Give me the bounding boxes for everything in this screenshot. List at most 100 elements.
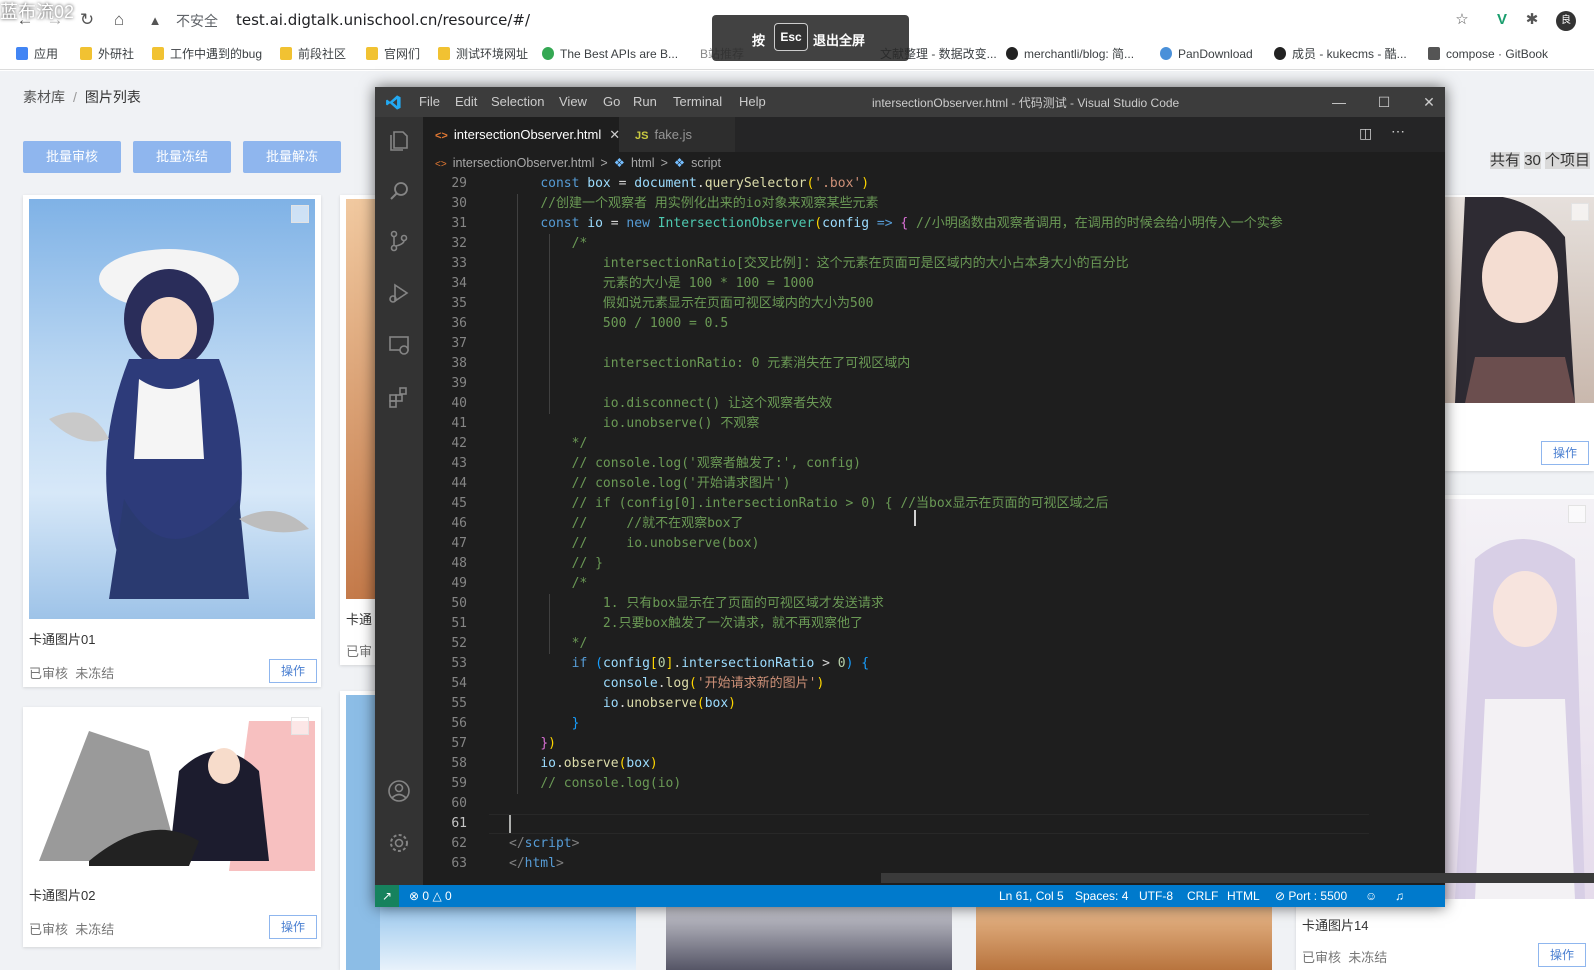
explorer-icon[interactable] bbox=[387, 129, 411, 153]
code-line[interactable]: 43 // console.log('观察者触发了:', config) bbox=[423, 454, 1323, 474]
breadcrumb-script[interactable]: script bbox=[691, 156, 721, 170]
code-line[interactable]: 39 bbox=[423, 374, 1323, 394]
code-line[interactable]: 31 const io = new IntersectionObserver(c… bbox=[423, 214, 1323, 234]
code-line[interactable]: 49 /* bbox=[423, 574, 1323, 594]
end-of-line[interactable]: CRLF bbox=[1187, 885, 1218, 907]
bookmark-item[interactable]: PanDownload bbox=[1160, 45, 1253, 63]
menu-terminal[interactable]: Terminal bbox=[673, 94, 722, 109]
menu-selection[interactable]: Selection bbox=[491, 94, 544, 109]
bookmark-item[interactable]: compose · GitBook bbox=[1428, 45, 1548, 63]
code-line[interactable]: 29 const box = document.querySelector('.… bbox=[423, 174, 1323, 194]
language-mode[interactable]: HTML bbox=[1227, 885, 1260, 907]
card-thumbnail[interactable] bbox=[1445, 197, 1594, 403]
code-line[interactable]: 62 </script> bbox=[423, 834, 1323, 854]
insecure-label[interactable]: 不安全 bbox=[176, 11, 218, 31]
code-line[interactable]: 54 console.log('开始请求新的图片') bbox=[423, 674, 1323, 694]
code-line[interactable]: 38 intersectionRatio: 0 元素消失在了可视区域内 bbox=[423, 354, 1323, 374]
code-editor[interactable]: 29 const box = document.querySelector('.… bbox=[423, 174, 1445, 885]
code-line[interactable]: 63 </html> bbox=[423, 854, 1323, 874]
bookmark-item[interactable]: 官网们 bbox=[366, 45, 420, 63]
code-line[interactable]: 34 元素的大小是 100 * 100 = 1000 bbox=[423, 274, 1323, 294]
tab-fake-js[interactable]: JS fake.js bbox=[619, 117, 735, 152]
code-line[interactable]: 51 2.只要box触发了一次请求，就不再观察他了 bbox=[423, 614, 1323, 634]
code-line[interactable]: 58 io.observe(box) bbox=[423, 754, 1323, 774]
code-line[interactable]: 42 */ bbox=[423, 434, 1323, 454]
vue-devtools-icon[interactable]: V bbox=[1492, 10, 1512, 30]
card-operate-button[interactable]: 操作 bbox=[1538, 943, 1586, 967]
image-card-partial[interactable] bbox=[340, 691, 380, 970]
card-thumbnail[interactable] bbox=[29, 711, 315, 871]
bookmark-item[interactable]: 外研社 bbox=[80, 45, 134, 63]
home-icon[interactable]: ⌂ bbox=[108, 9, 130, 31]
search-icon[interactable] bbox=[387, 179, 411, 203]
code-line[interactable]: 35 假如说元素显示在页面可视区域内的大小为500 bbox=[423, 294, 1323, 314]
code-line[interactable]: 48 // } bbox=[423, 554, 1323, 574]
close-icon[interactable]: ✕ bbox=[1417, 91, 1441, 113]
code-line[interactable]: 60 bbox=[423, 794, 1323, 814]
reload-icon[interactable]: ↻ bbox=[76, 9, 98, 31]
code-line[interactable]: 45 // if (config[0].intersectionRatio > … bbox=[423, 494, 1323, 514]
code-line[interactable]: 52 */ bbox=[423, 634, 1323, 654]
batch-freeze-button[interactable]: 批量冻结 bbox=[133, 141, 231, 173]
card-checkbox[interactable] bbox=[1568, 505, 1586, 523]
live-server-port[interactable]: ⊘ Port : 5500 bbox=[1275, 885, 1347, 907]
card-checkbox[interactable] bbox=[291, 205, 309, 223]
breadcrumb-item[interactable]: 素材库 bbox=[23, 89, 65, 105]
horizontal-scrollbar[interactable] bbox=[881, 873, 1594, 883]
code-line[interactable]: 47 // io.unobserve(box) bbox=[423, 534, 1323, 554]
code-line[interactable]: 46 // //就不在观察box了 bbox=[423, 514, 1323, 534]
url-input[interactable]: test.ai.digtalk.unischool.cn/resource/#/ bbox=[236, 11, 530, 29]
feedback-icon[interactable]: ☺ bbox=[1365, 885, 1377, 907]
card-operate-button[interactable]: 操作 bbox=[1541, 441, 1589, 465]
code-line[interactable]: 57 }) bbox=[423, 734, 1323, 754]
batch-unfreeze-button[interactable]: 批量解冻 bbox=[243, 141, 341, 173]
indentation[interactable]: Spaces: 4 bbox=[1075, 885, 1128, 907]
encoding[interactable]: UTF-8 bbox=[1139, 885, 1173, 907]
maximize-icon[interactable]: ☐ bbox=[1372, 91, 1396, 113]
accounts-icon[interactable] bbox=[387, 779, 411, 803]
code-line[interactable]: 50 1. 只有box显示在了页面的可视区域才发送请求 bbox=[423, 594, 1323, 614]
image-card-partial[interactable]: 卡通 已审 bbox=[340, 195, 380, 665]
code-line[interactable]: 55 io.unobserve(box) bbox=[423, 694, 1323, 714]
card-checkbox[interactable] bbox=[1571, 203, 1589, 221]
settings-gear-icon[interactable] bbox=[387, 831, 411, 855]
code-line[interactable]: 41 io.unobserve() 不观察 bbox=[423, 414, 1323, 434]
warning-icon[interactable]: ▲ bbox=[148, 10, 162, 32]
menu-edit[interactable]: Edit bbox=[455, 94, 477, 109]
code-line[interactable]: 36 500 / 1000 = 0.5 bbox=[423, 314, 1323, 334]
batch-review-button[interactable]: 批量审核 bbox=[23, 141, 121, 173]
menu-view[interactable]: View bbox=[559, 94, 587, 109]
code-line[interactable]: 59 // console.log(io) bbox=[423, 774, 1323, 794]
bookmark-item[interactable]: The Best APIs are B... bbox=[542, 45, 678, 63]
extensions-icon[interactable]: ✱ bbox=[1522, 10, 1542, 30]
minimize-icon[interactable]: — bbox=[1327, 91, 1351, 113]
source-control-icon[interactable] bbox=[387, 229, 411, 253]
bookmark-item[interactable]: 成员 - kukecms - 酷... bbox=[1274, 45, 1407, 63]
star-icon[interactable]: ☆ bbox=[1452, 10, 1472, 30]
image-card[interactable]: 卡通图片01 已审核 未冻结 操作 bbox=[23, 195, 321, 687]
bookmark-item[interactable]: 测试环境网址 bbox=[438, 45, 528, 63]
code-line[interactable]: 53 if (config[0].intersectionRatio > 0) … bbox=[423, 654, 1323, 674]
code-line[interactable]: 37 bbox=[423, 334, 1323, 354]
card-thumbnail[interactable] bbox=[1445, 499, 1594, 899]
menu-go[interactable]: Go bbox=[603, 94, 620, 109]
card-operate-button[interactable]: 操作 bbox=[269, 659, 317, 683]
card-checkbox[interactable] bbox=[291, 717, 309, 735]
remote-explorer-icon[interactable] bbox=[387, 333, 411, 357]
code-line[interactable]: 56 } bbox=[423, 714, 1323, 734]
run-debug-icon[interactable] bbox=[387, 281, 411, 305]
cursor-position[interactable]: Ln 61, Col 5 bbox=[999, 885, 1064, 907]
split-editor-icon[interactable]: ◫ bbox=[1359, 125, 1372, 142]
code-line[interactable]: 44 // console.log('开始请求图片') bbox=[423, 474, 1323, 494]
more-actions-icon[interactable]: ⋯ bbox=[1391, 123, 1405, 140]
card-thumbnail[interactable] bbox=[666, 907, 952, 970]
menu-run[interactable]: Run bbox=[633, 94, 657, 109]
card-thumbnail[interactable] bbox=[29, 199, 315, 619]
code-line[interactable]: 33 intersectionRatio[交叉比例]：这个元素在页面可是区域内的… bbox=[423, 254, 1323, 274]
code-line[interactable]: 32 /* bbox=[423, 234, 1323, 254]
image-card[interactable]: 操作 bbox=[1445, 195, 1594, 471]
bookmark-item[interactable]: 前段社区 bbox=[280, 45, 346, 63]
notifications-icon[interactable]: ♫ bbox=[1395, 885, 1404, 907]
bookmark-apps[interactable]: 应用 bbox=[16, 45, 58, 63]
bookmark-item[interactable]: merchantli/blog: 简... bbox=[1006, 45, 1134, 63]
